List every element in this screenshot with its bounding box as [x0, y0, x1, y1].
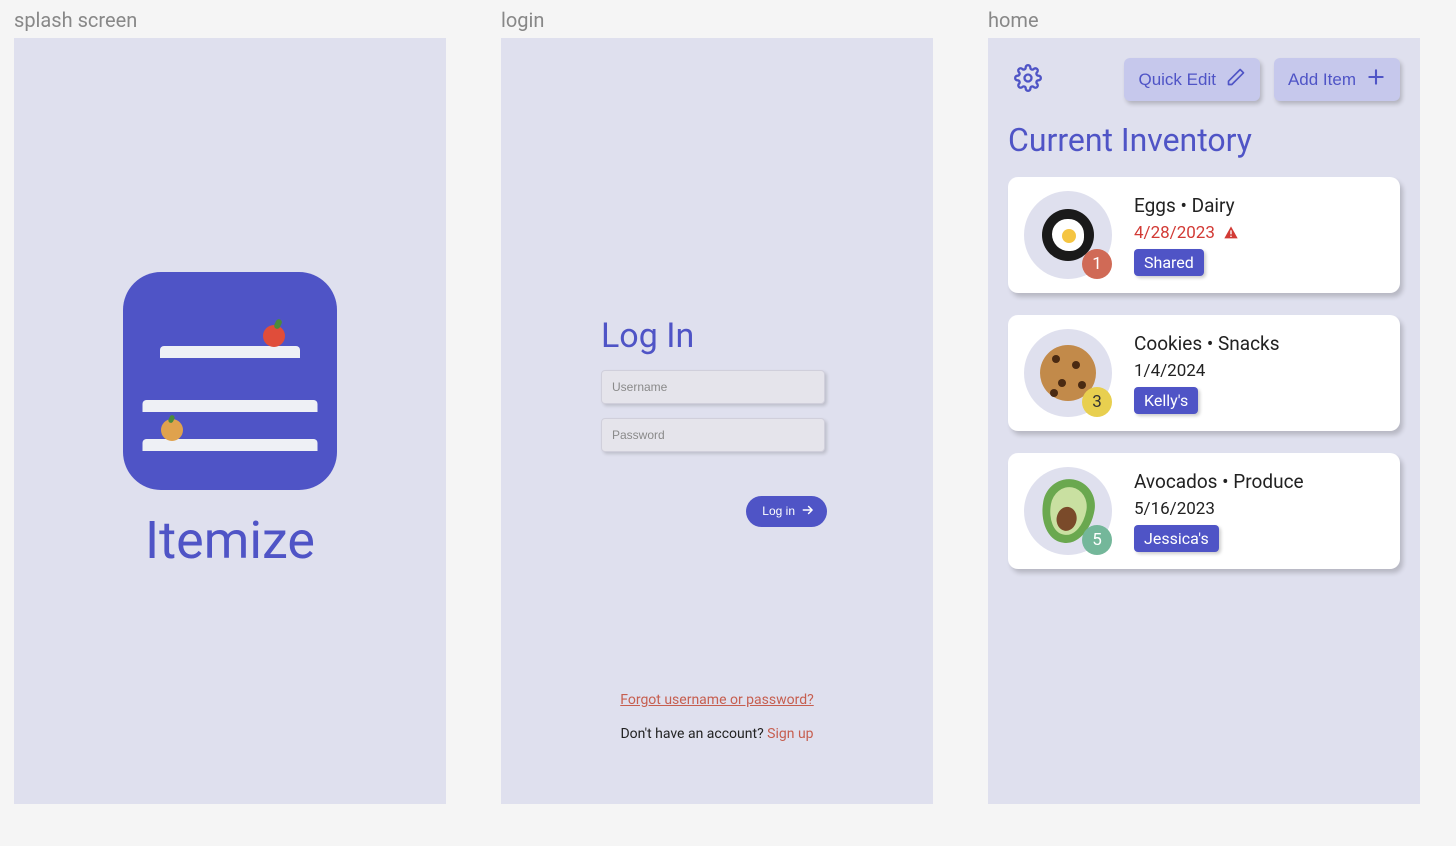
home-screen-wrap: home Quick Edit Add Item Curren — [988, 8, 1420, 832]
settings-button[interactable] — [1008, 58, 1048, 101]
item-thumb: 3 — [1024, 329, 1112, 417]
plus-icon — [1366, 67, 1386, 92]
owner-tag: Kelly's — [1134, 387, 1198, 414]
shelf-icon — [160, 346, 300, 358]
login-button[interactable]: Log in — [746, 496, 827, 527]
orange-icon — [161, 419, 183, 441]
app-logo — [123, 272, 337, 490]
gear-icon — [1014, 80, 1042, 95]
login-title: Log In — [601, 316, 833, 356]
arrow-right-icon — [801, 503, 815, 520]
app-name: Itemize — [145, 510, 315, 571]
inventory-list: 1 Eggs • Dairy 4/28/2023 Shared 3 Cookies • S… — [1008, 177, 1400, 569]
item-date: 1/4/2024 — [1134, 361, 1280, 381]
apple-icon — [263, 325, 285, 347]
count-badge: 1 — [1082, 249, 1112, 279]
password-input[interactable] — [601, 418, 825, 452]
page-title: Current Inventory — [1008, 121, 1400, 159]
card-info: Avocados • Produce 5/16/2023 Jessica's — [1134, 470, 1304, 552]
inventory-card[interactable]: 5 Avocados • Produce 5/16/2023 Jessica's — [1008, 453, 1400, 569]
item-date: 5/16/2023 — [1134, 499, 1304, 519]
item-title: Cookies • Snacks — [1134, 332, 1280, 355]
login-bottom-links: Forgot username or password? Don't have … — [501, 692, 933, 742]
home-toolbar: Quick Edit Add Item — [1008, 58, 1400, 101]
login-label: login — [501, 8, 933, 32]
splash-screen: Itemize — [14, 38, 446, 804]
username-input[interactable] — [601, 370, 825, 404]
login-screen-wrap: login Log In Log in Forgot username or p… — [501, 8, 933, 832]
owner-tag: Jessica's — [1134, 525, 1219, 552]
signup-link[interactable]: Sign up — [767, 726, 813, 742]
home-label: home — [988, 8, 1420, 32]
quick-edit-button[interactable]: Quick Edit — [1124, 58, 1259, 101]
count-badge: 5 — [1082, 525, 1112, 555]
add-item-button[interactable]: Add Item — [1274, 58, 1400, 101]
pencil-icon — [1226, 67, 1246, 92]
item-thumb: 1 — [1024, 191, 1112, 279]
quick-edit-label: Quick Edit — [1138, 70, 1215, 90]
no-account-text: Don't have an account? — [620, 726, 767, 742]
shelf-icon — [143, 400, 318, 412]
home-screen: Quick Edit Add Item Current Inventory 1E… — [988, 38, 1420, 804]
login-screen: Log In Log in Forgot username or passwor… — [501, 38, 933, 804]
forgot-link[interactable]: Forgot username or password? — [501, 692, 933, 708]
inventory-card[interactable]: 1 Eggs • Dairy 4/28/2023 Shared — [1008, 177, 1400, 293]
item-date: 4/28/2023 — [1134, 223, 1239, 243]
splash-screen-wrap: splash screen Itemize — [14, 8, 446, 832]
item-title: Eggs • Dairy — [1134, 194, 1239, 217]
card-info: Cookies • Snacks 1/4/2024 Kelly's — [1134, 332, 1280, 414]
item-title: Avocados • Produce — [1134, 470, 1304, 493]
item-thumb: 5 — [1024, 467, 1112, 555]
splash-label: splash screen — [14, 8, 446, 32]
owner-tag: Shared — [1134, 249, 1204, 276]
login-button-label: Log in — [762, 504, 795, 518]
card-info: Eggs • Dairy 4/28/2023 Shared — [1134, 194, 1239, 276]
inventory-card[interactable]: 3 Cookies • Snacks 1/4/2024 Kelly's — [1008, 315, 1400, 431]
count-badge: 3 — [1082, 387, 1112, 417]
warning-icon — [1223, 225, 1239, 241]
add-item-label: Add Item — [1288, 70, 1356, 90]
